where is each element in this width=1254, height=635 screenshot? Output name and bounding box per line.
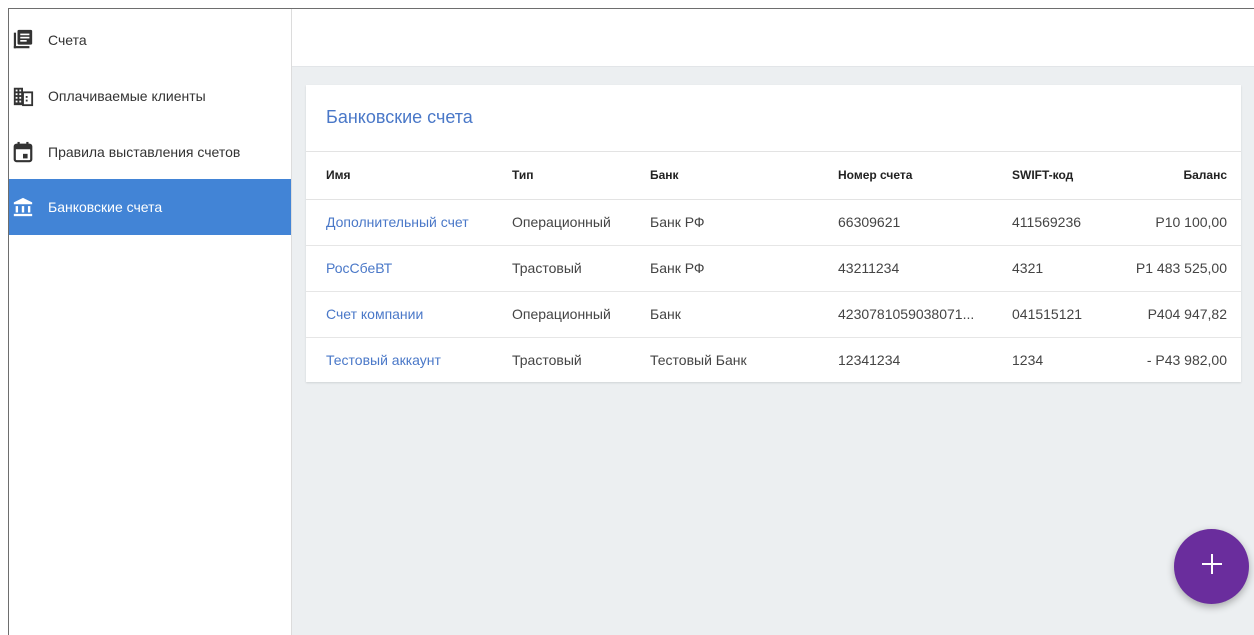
account-number: 4230781059038071...	[838, 306, 975, 322]
sidebar-item-label: Счета	[48, 32, 87, 48]
table-row[interactable]: Тестовый аккаунт Трастовый Тестовый Банк…	[306, 337, 1241, 383]
account-swift: 041515121	[1012, 306, 1083, 322]
bank-accounts-card: Банковские счета Имя Тип Банк Номер счет…	[306, 85, 1241, 382]
column-header-account-number[interactable]: Номер счета	[838, 152, 912, 199]
account-swift: 1234	[1012, 352, 1044, 368]
column-header-bank[interactable]: Банк	[650, 152, 679, 199]
table-row[interactable]: Дополнительный счет Операционный Банк РФ…	[306, 199, 1241, 246]
account-balance: Р10 100,00	[1155, 214, 1227, 230]
sidebar-item-label: Оплачиваемые клиенты	[48, 88, 206, 104]
card-title: Банковские счета	[326, 107, 473, 127]
sidebar-item-bank-accounts[interactable]: Банковские счета	[9, 179, 291, 235]
column-header-balance[interactable]: Баланс	[1183, 152, 1227, 199]
sidebar-item-billing-rules[interactable]: Правила выставления счетов	[9, 124, 291, 180]
account-swift: 4321	[1012, 260, 1044, 276]
sidebar-item-billable-clients[interactable]: Оплачиваемые клиенты	[9, 68, 291, 124]
account-type: Операционный	[512, 214, 611, 230]
add-bank-account-button[interactable]	[1174, 529, 1249, 604]
bank-icon	[12, 196, 34, 218]
building-icon	[12, 85, 34, 107]
account-bank: Тестовый Банк	[650, 352, 747, 368]
top-bar	[292, 9, 1254, 67]
table-row[interactable]: Счет компании Операционный Банк 42307810…	[306, 291, 1241, 338]
sidebar-item-label: Банковские счета	[48, 199, 163, 215]
sidebar-item-invoices[interactable]: Счета	[9, 12, 291, 68]
account-type: Трастовый	[512, 352, 582, 368]
account-number: 66309621	[838, 214, 901, 230]
account-bank: Банк	[650, 306, 681, 322]
account-name-link[interactable]: Дополнительный счет	[326, 199, 469, 245]
sidebar-item-label: Правила выставления счетов	[48, 144, 241, 160]
main-content: Банковские счета Имя Тип Банк Номер счет…	[292, 67, 1254, 635]
account-bank: Банк РФ	[650, 260, 705, 276]
calendar-icon	[12, 141, 34, 163]
account-name-link[interactable]: Счет компании	[326, 291, 423, 337]
invoices-icon	[12, 29, 34, 51]
account-balance: - Р43 982,00	[1146, 352, 1227, 368]
plus-icon	[1201, 553, 1223, 580]
column-header-swift[interactable]: SWIFT-код	[1012, 152, 1073, 199]
account-name-link[interactable]: РосСбеВТ	[326, 245, 392, 291]
account-balance: Р1 483 525,00	[1135, 260, 1227, 276]
account-balance: Р404 947,82	[1147, 306, 1227, 322]
account-number: 43211234	[838, 260, 900, 276]
account-swift: 411569236	[1012, 214, 1082, 230]
sidebar: Счета Оплачиваемые клиенты Правила выста…	[9, 9, 292, 635]
column-header-name[interactable]: Имя	[326, 152, 351, 199]
account-name-link[interactable]: Тестовый аккаунт	[326, 337, 441, 383]
account-type: Операционный	[512, 306, 611, 322]
column-header-type[interactable]: Тип	[512, 152, 534, 199]
account-bank: Банк РФ	[650, 214, 705, 230]
table-header: Имя Тип Банк Номер счета SWIFT-код Балан…	[306, 151, 1241, 200]
account-type: Трастовый	[512, 260, 582, 276]
table-row[interactable]: РосСбеВТ Трастовый Банк РФ 43211234 4321…	[306, 245, 1241, 292]
account-number: 12341234	[838, 352, 901, 368]
